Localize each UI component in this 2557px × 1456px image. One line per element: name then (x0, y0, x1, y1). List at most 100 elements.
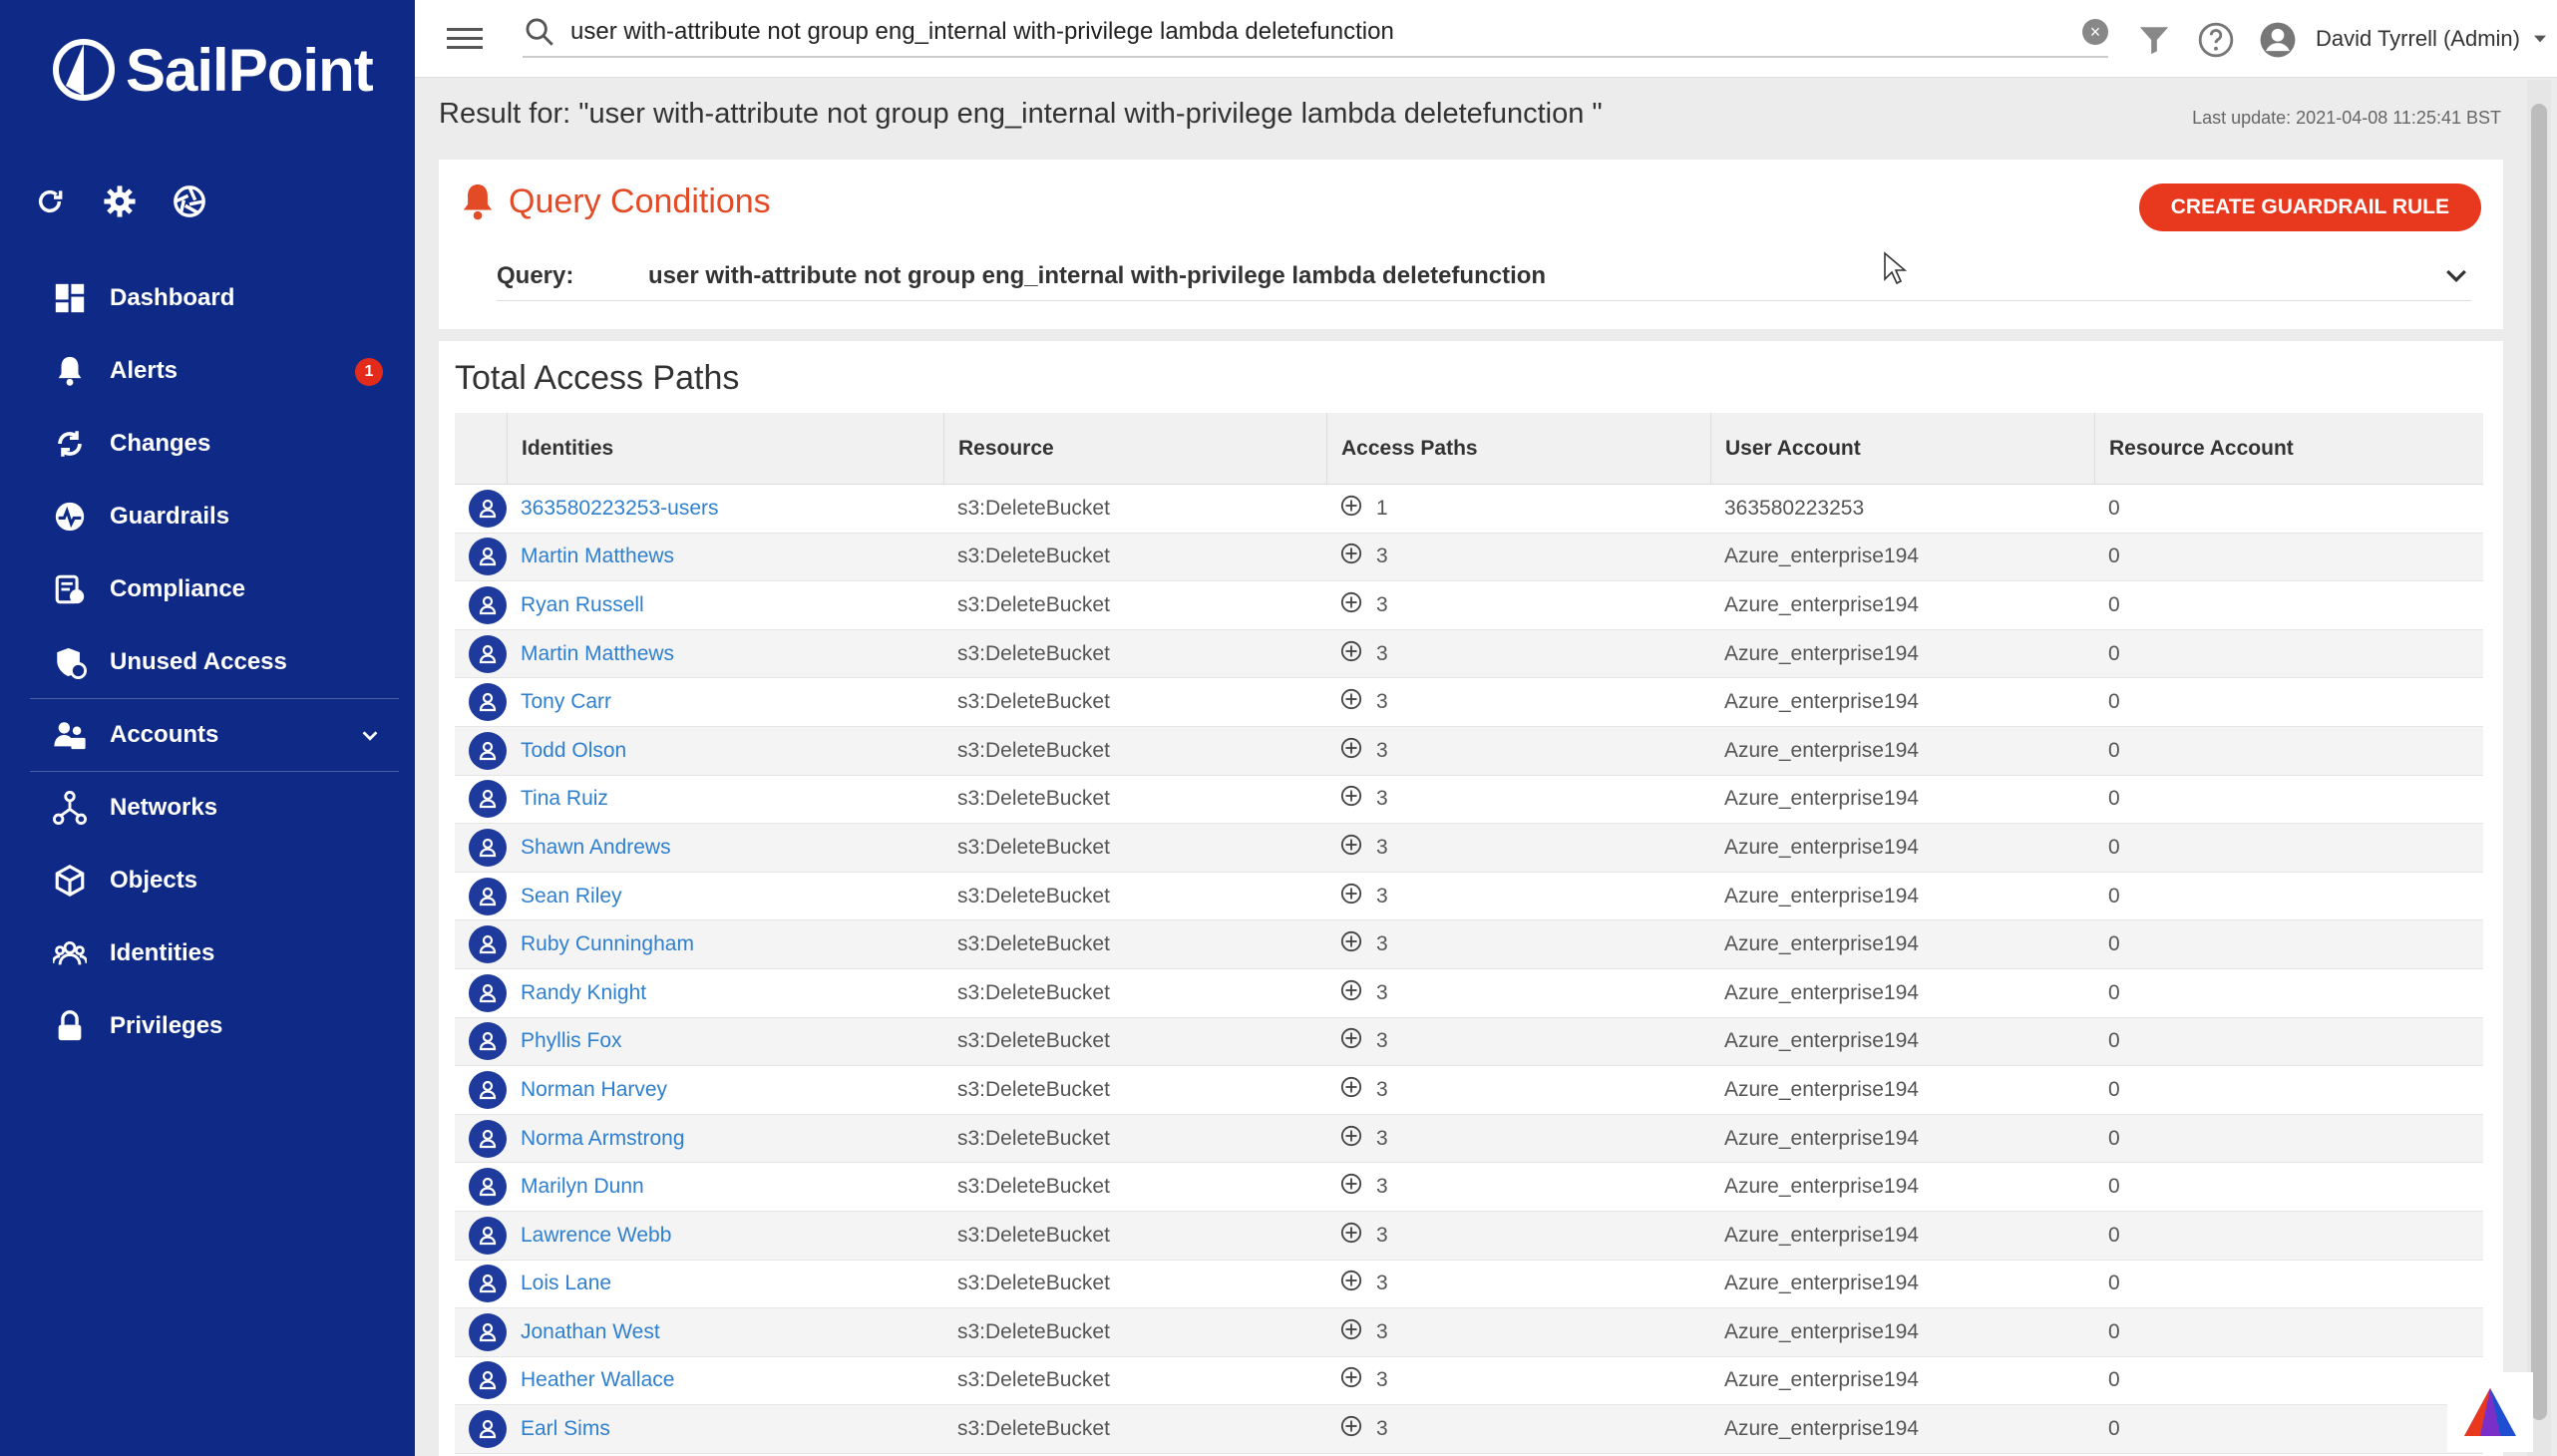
sidebar-item-guardrails[interactable]: Guardrails (30, 480, 399, 552)
identity-link[interactable]: Ruby Cunningham (521, 932, 694, 955)
identity-link[interactable]: 363580223253-users (521, 497, 719, 520)
expand-plus-icon[interactable] (1340, 1270, 1362, 1297)
column-header-resource-account[interactable]: Resource Account (2094, 412, 2483, 485)
table-row[interactable]: Martin Matthews s3:DeleteBucket 3 Azure_ent… (455, 629, 2483, 679)
identity-link[interactable]: Lawrence Webb (521, 1224, 671, 1247)
identity-link[interactable]: Heather Wallace (521, 1368, 674, 1391)
sidebar-item-unused-access[interactable]: Unused Access (30, 625, 399, 698)
identity-link[interactable]: Shawn Andrews (521, 836, 671, 859)
filter-icon[interactable] (2134, 20, 2174, 60)
query-row[interactable]: Query: user with-attribute not group eng… (497, 251, 2471, 301)
identity-link[interactable]: Todd Olson (521, 739, 626, 762)
sidebar-item-compliance[interactable]: Compliance (30, 552, 399, 625)
table-row[interactable]: Shawn Andrews s3:DeleteBucket 3 Azure_enter… (455, 824, 2483, 873)
table-row[interactable]: Ryan Russell s3:DeleteBucket 3 Azure_enterp… (455, 581, 2483, 630)
expand-plus-icon[interactable] (1340, 979, 1362, 1007)
expand-plus-icon[interactable] (1340, 1222, 1362, 1250)
identity-link[interactable]: Jonathan West (521, 1320, 660, 1343)
sidebar-item-alerts[interactable]: Alerts 1 (30, 334, 399, 407)
table-row[interactable]: Lois Lane s3:DeleteBucket 3 Azure_enterpris… (455, 1261, 2483, 1309)
sidebar-item-networks[interactable]: Networks (30, 771, 399, 844)
sidebar-item-accounts[interactable]: Accounts (30, 698, 399, 771)
sailpoint-logo[interactable]: SailPoint (52, 30, 374, 110)
expand-plus-icon[interactable] (1340, 591, 1362, 619)
expand-plus-icon[interactable] (1340, 785, 1362, 813)
identity-cell: Martin Matthews (507, 545, 943, 568)
identity-link[interactable]: Randy Knight (521, 981, 646, 1004)
sidebar-item-privileges[interactable]: Privileges (30, 989, 399, 1062)
identity-link[interactable]: Marilyn Dunn (521, 1175, 644, 1198)
expand-plus-icon[interactable] (1340, 1076, 1362, 1104)
user-menu[interactable]: David Tyrrell (Admin) (2316, 26, 2548, 52)
expand-plus-icon[interactable] (1340, 640, 1362, 668)
create-guardrail-rule-button[interactable]: CREATE GUARDRAIL RULE (2138, 183, 2481, 231)
expand-plus-icon[interactable] (1340, 688, 1362, 716)
aperture-icon[interactable] (170, 182, 209, 221)
table-row[interactable]: Phyllis Fox s3:DeleteBucket 3 Azure_enterpr… (455, 1017, 2483, 1067)
identity-link[interactable]: Martin Matthews (521, 545, 674, 567)
expand-plus-icon[interactable] (1340, 930, 1362, 958)
access-paths-cell: 3 (1326, 1366, 1710, 1394)
chevron-down-icon[interactable] (359, 725, 381, 747)
expand-plus-icon[interactable] (1340, 737, 1362, 765)
identity-link[interactable]: Norman Harvey (521, 1078, 667, 1101)
table-row[interactable]: Norma Armstrong s3:DeleteBucket 3 Azure_ent… (455, 1114, 2483, 1164)
sidebar-item-objects[interactable]: Objects (30, 844, 399, 916)
sidebar-item-label: Guardrails (110, 502, 230, 530)
resource-cell: s3:DeleteBucket (957, 932, 1110, 956)
identity-link[interactable]: Sean Riley (521, 885, 622, 908)
expand-plus-icon[interactable] (1340, 1125, 1362, 1153)
identity-link[interactable]: Norma Armstrong (521, 1127, 685, 1150)
table-row[interactable]: 363580223253-users s3:DeleteBucket 1 363580… (455, 485, 2483, 534)
table-row[interactable]: Norman Harvey s3:DeleteBucket 3 Azure_enter… (455, 1066, 2483, 1115)
table-row[interactable]: Todd Olson s3:DeleteBucket 3 Azure_enterpri… (455, 726, 2483, 776)
user-icon (469, 1216, 507, 1255)
chevron-down-icon[interactable] (2441, 261, 2471, 291)
menu-icon[interactable] (447, 20, 483, 56)
table-row[interactable]: Tony Carr s3:DeleteBucket 3 Azure_enterpris… (455, 678, 2483, 727)
sidebar-item-changes[interactable]: Changes (30, 407, 399, 480)
clear-search-icon[interactable]: × (2082, 19, 2108, 45)
identity-link[interactable]: Tina Ruiz (521, 787, 608, 810)
column-header-identities[interactable]: Identities (507, 412, 943, 485)
expand-plus-icon[interactable] (1340, 1415, 1362, 1443)
table-row[interactable]: Randy Knight s3:DeleteBucket 3 Azure_enterp… (455, 969, 2483, 1018)
vertical-scrollbar[interactable] (2527, 80, 2551, 1456)
table-row[interactable]: Ruby Cunningham s3:DeleteBucket 3 Azure_ent… (455, 920, 2483, 969)
identity-link[interactable]: Martin Matthews (521, 642, 674, 665)
sidebar-item-dashboard[interactable]: Dashboard (30, 261, 399, 334)
expand-plus-icon[interactable] (1340, 495, 1362, 523)
table-row[interactable]: Earl Sims s3:DeleteBucket 3 Azure_enterpris… (455, 1405, 2483, 1454)
table-row[interactable]: Marilyn Dunn s3:DeleteBucket 3 Azure_enterp… (455, 1163, 2483, 1212)
expand-plus-icon[interactable] (1340, 834, 1362, 862)
identity-link[interactable]: Phyllis Fox (521, 1029, 622, 1052)
user-avatar-icon[interactable] (2258, 20, 2298, 60)
user-icon (469, 1022, 507, 1061)
identity-link[interactable]: Tony Carr (521, 690, 611, 713)
identity-link[interactable]: Earl Sims (521, 1417, 610, 1440)
expand-plus-icon[interactable] (1340, 1366, 1362, 1394)
column-header-user-account[interactable]: User Account (1710, 412, 2094, 485)
column-header-access-paths[interactable]: Access Paths (1326, 412, 1710, 485)
expand-plus-icon[interactable] (1340, 883, 1362, 910)
expand-plus-icon[interactable] (1340, 543, 1362, 570)
sidebar-item-identities[interactable]: Identities (30, 916, 399, 989)
table-row[interactable]: Martin Matthews s3:DeleteBucket 3 Azure_ent… (455, 533, 2483, 582)
help-icon[interactable] (2196, 20, 2236, 60)
table-row[interactable]: Tina Ruiz s3:DeleteBucket 3 Azure_enterpris… (455, 776, 2483, 825)
gear-icon[interactable] (100, 182, 140, 221)
identity-link[interactable]: Ryan Russell (521, 593, 644, 616)
expand-plus-icon[interactable] (1340, 1318, 1362, 1346)
table-row[interactable]: Lawrence Webb s3:DeleteBucket 3 Azure_enter… (455, 1211, 2483, 1261)
column-header-resource[interactable]: Resource (943, 412, 1326, 485)
search-input[interactable] (570, 18, 2082, 46)
table-row[interactable]: Jonathan West s3:DeleteBucket 3 Azure_enter… (455, 1308, 2483, 1357)
refresh-icon[interactable] (30, 182, 70, 221)
user-account-cell: Azure_enterprise194 (1724, 1029, 1919, 1053)
expand-plus-icon[interactable] (1340, 1027, 1362, 1055)
table-row[interactable]: Heather Wallace s3:DeleteBucket 3 Azure_ent… (455, 1357, 2483, 1406)
expand-plus-icon[interactable] (1340, 1173, 1362, 1201)
identity-link[interactable]: Lois Lane (521, 1272, 611, 1294)
scrollbar-thumb[interactable] (2531, 104, 2547, 1420)
table-row[interactable]: Sean Riley s3:DeleteBucket 3 Azure_enterpri… (455, 873, 2483, 921)
